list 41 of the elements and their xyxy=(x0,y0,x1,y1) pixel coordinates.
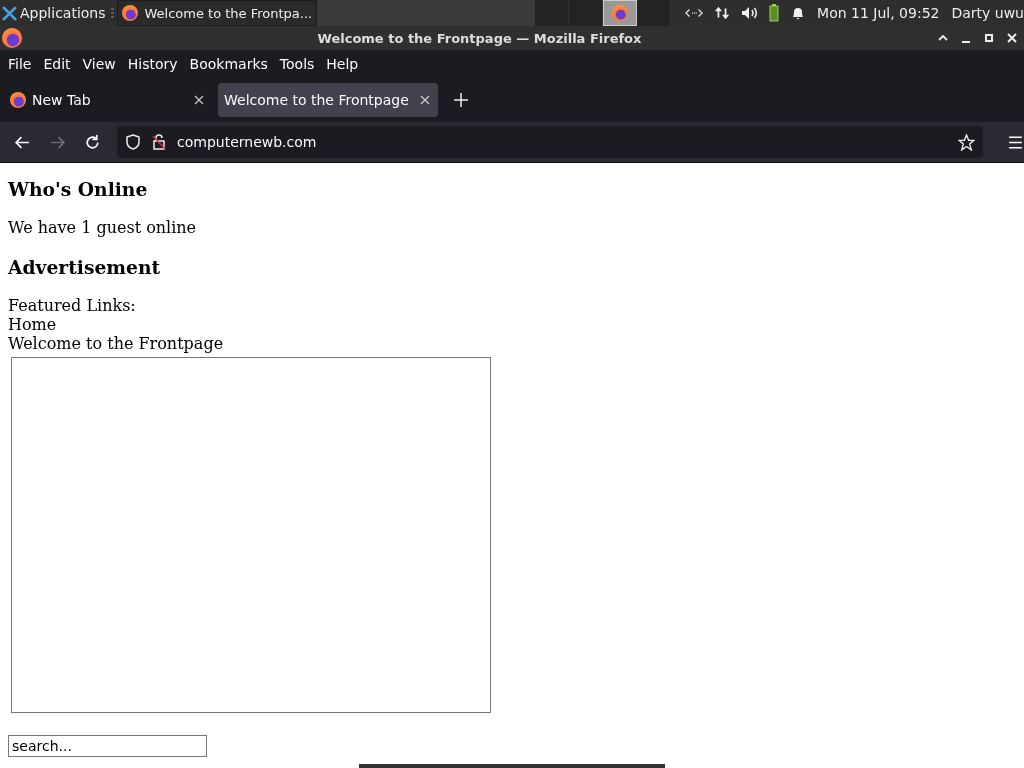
shield-icon xyxy=(125,134,141,150)
taskbar-window-button[interactable]: Welcome to the Frontpa... xyxy=(117,0,318,26)
new-tab-button[interactable] xyxy=(454,93,468,107)
menu-item[interactable]: History xyxy=(121,56,184,72)
x-logo-icon xyxy=(2,5,17,21)
clock[interactable]: Mon 11 Jul, 09:52 xyxy=(817,5,940,21)
text-line: Welcome to the Frontpage xyxy=(8,334,225,353)
bookmark-star-icon[interactable] xyxy=(958,133,975,151)
text-line: Home xyxy=(8,315,58,334)
volume-icon xyxy=(741,5,760,21)
menu-item[interactable]: File xyxy=(2,56,38,72)
menu-item[interactable]: Edit xyxy=(37,56,77,72)
firefox-icon xyxy=(2,28,22,48)
close-tab-icon[interactable] xyxy=(194,95,204,105)
insecure-lock-icon xyxy=(151,134,167,150)
maximize-button[interactable] xyxy=(983,32,995,44)
menu-item[interactable]: Help xyxy=(320,56,365,72)
paragraph: We have 1 guest online xyxy=(8,218,198,237)
firefox-icon xyxy=(10,92,26,108)
search-field[interactable]: search... xyxy=(8,735,207,757)
browser-tab[interactable]: New Tab xyxy=(4,83,212,117)
menu-button[interactable] xyxy=(1007,133,1024,151)
close-tab-icon[interactable] xyxy=(420,95,430,105)
window-title: Welcome to the Frontpage — Mozilla Firefox xyxy=(316,30,643,46)
user-name[interactable]: Darty uwu xyxy=(951,5,1024,21)
close-button[interactable] xyxy=(1006,32,1018,44)
transfer-arrows-icon xyxy=(713,5,732,21)
browser-tab[interactable]: Welcome to the Frontpage xyxy=(218,83,438,117)
firefox-icon xyxy=(122,5,139,21)
section-heading: Advertisement xyxy=(8,256,162,278)
section-heading: Who's Online xyxy=(8,178,149,200)
address-bar[interactable]: computernewb.com xyxy=(117,126,983,158)
menu-item[interactable]: Bookmarks xyxy=(183,56,274,72)
menu-item[interactable]: View xyxy=(76,56,122,72)
text-line: Featured Links: xyxy=(8,296,137,315)
menu-item[interactable]: Tools xyxy=(273,56,321,72)
reload-button[interactable] xyxy=(84,133,101,151)
applications-menu-button[interactable]: Applications xyxy=(0,0,108,26)
workspace-button[interactable] xyxy=(569,0,604,26)
drag-handle-icon xyxy=(110,8,115,18)
battery-icon xyxy=(769,4,780,22)
